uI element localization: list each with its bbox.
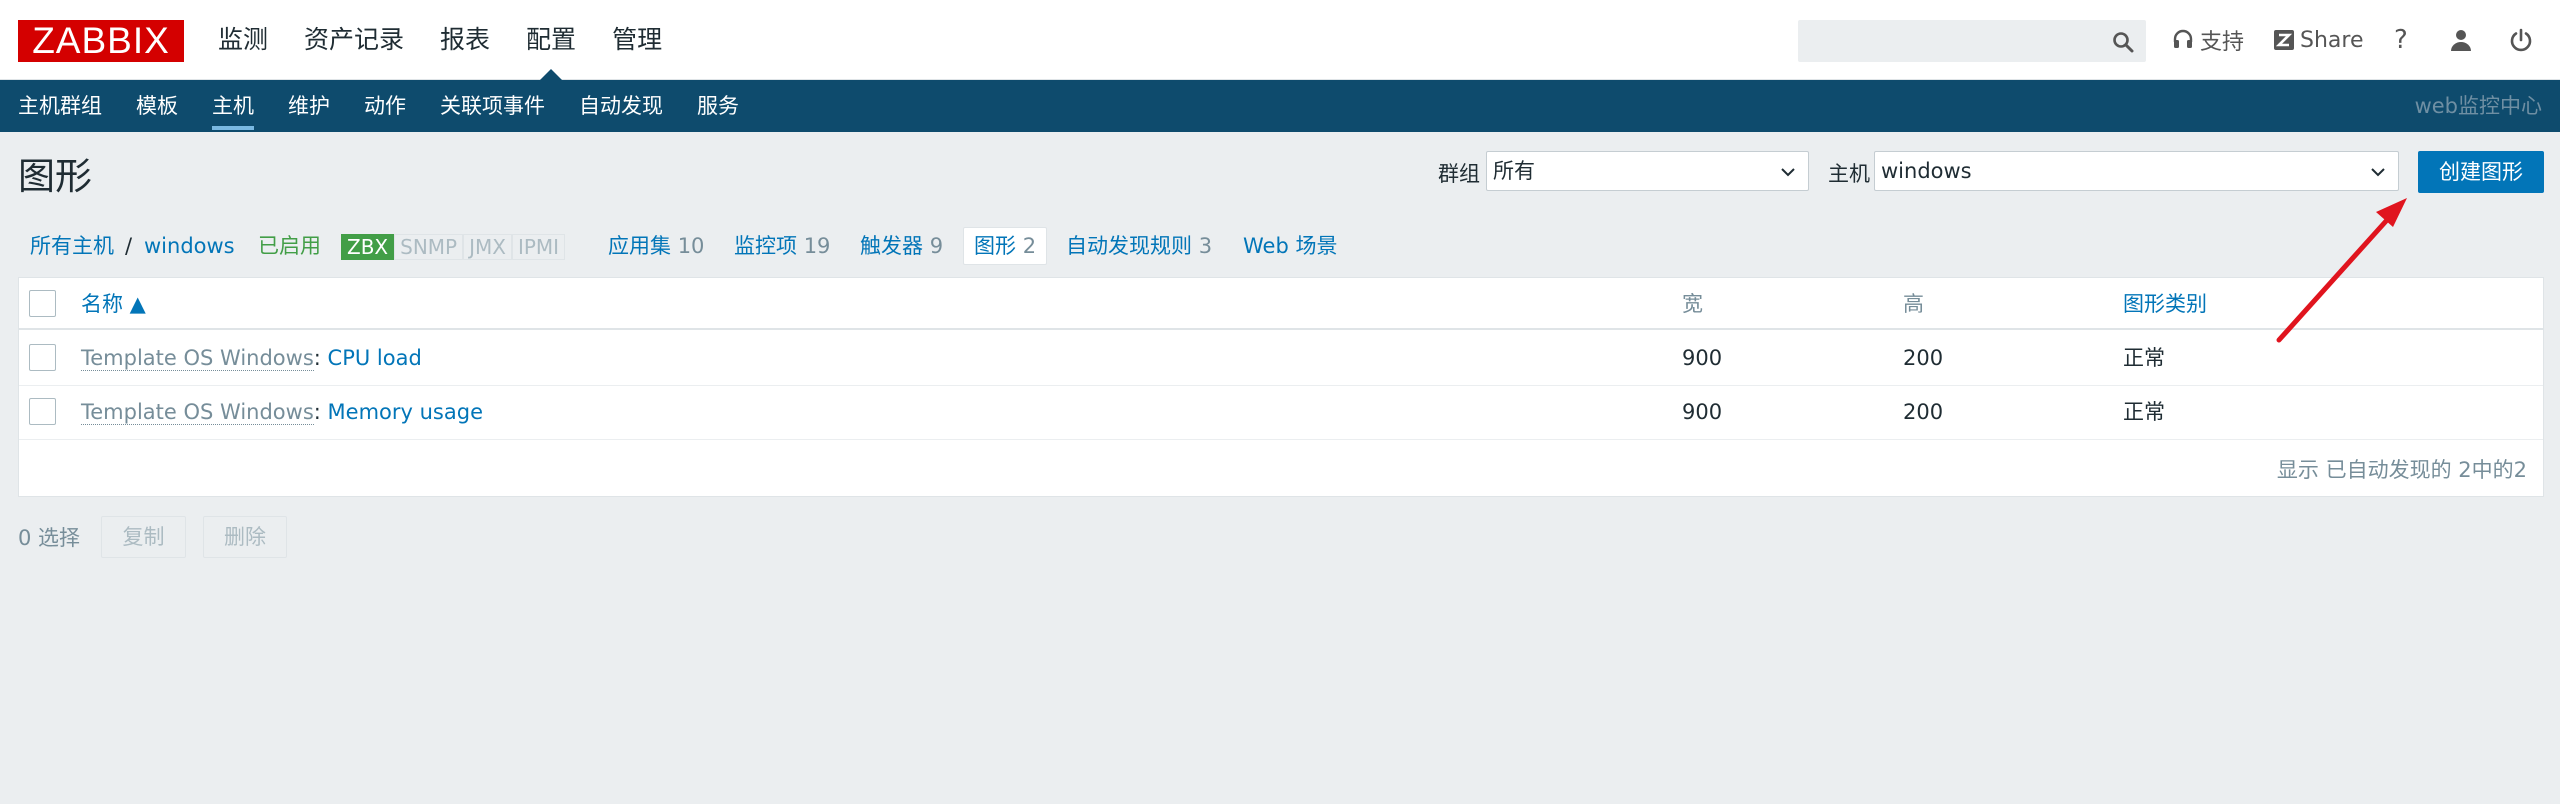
column-height: 高 xyxy=(1903,292,1924,316)
graph-name-link[interactable]: CPU load xyxy=(328,346,422,370)
graph-width: 900 xyxy=(1682,346,1723,370)
page-title: 图形 xyxy=(18,155,92,198)
support-link[interactable]: 支持 xyxy=(2172,0,2244,80)
jmx-badge: JMX xyxy=(463,234,512,260)
chevron-down-icon xyxy=(2371,168,2385,177)
subnav-templates[interactable]: 模板 xyxy=(136,80,178,132)
graph-name-cell: Template OS Windows: Memory usage xyxy=(81,386,483,438)
host-select[interactable]: windows xyxy=(1874,151,2399,191)
table-row: Template OS Windows: CPU load 900 200 正常 xyxy=(19,332,2543,386)
search-input[interactable] xyxy=(1798,20,2146,62)
applications-link[interactable]: 应用集 10 xyxy=(608,226,704,266)
template-link[interactable]: Template OS Windows xyxy=(81,346,314,371)
graphs-label: 图形 xyxy=(974,234,1016,258)
subnav-hosts[interactable]: 主机 xyxy=(212,80,254,132)
selected-count: 0 选择 xyxy=(18,526,81,550)
graph-name-cell: Template OS Windows: CPU load xyxy=(81,332,422,384)
triggers-count: 9 xyxy=(929,234,944,258)
table-header: 名称 ▲ 宽 高 图形类别 xyxy=(19,278,2543,330)
graph-width: 900 xyxy=(1682,400,1723,424)
triggers-label: 触发器 xyxy=(860,234,923,258)
subnav-discovery[interactable]: 自动发现 xyxy=(579,80,663,132)
top-header: ZABBIX 监测 资产记录 报表 配置 管理 支持 Share ? xyxy=(0,0,2560,80)
delete-button[interactable]: 删除 xyxy=(203,516,287,558)
web-scenarios-link[interactable]: Web 场景 xyxy=(1243,226,1337,266)
nav-administration[interactable]: 管理 xyxy=(612,0,662,80)
graph-type: 正常 xyxy=(2123,346,2165,370)
subnav-host-groups[interactable]: 主机群组 xyxy=(18,80,102,132)
applications-count: 10 xyxy=(677,234,705,258)
server-name: web监控中心 xyxy=(2414,94,2542,118)
subnav-maintenance[interactable]: 维护 xyxy=(288,80,330,132)
sub-nav: 主机群组 模板 主机 维护 动作 关联项事件 自动发现 服务 web监控中心 xyxy=(0,80,2560,132)
table-row: Template OS Windows: Memory usage 900 20… xyxy=(19,386,2543,440)
template-link[interactable]: Template OS Windows xyxy=(81,400,314,425)
ipmi-badge: IPMI xyxy=(511,234,566,260)
chevron-down-icon xyxy=(1781,168,1795,177)
name-separator: : xyxy=(313,400,328,424)
table-footer-count: 显示 已自动发现的 2中的2 xyxy=(2276,458,2527,482)
create-graph-button[interactable]: 创建图形 xyxy=(2418,151,2544,193)
logout-button[interactable] xyxy=(2509,0,2539,80)
headset-icon xyxy=(2173,29,2193,48)
graph-name-link[interactable]: Memory usage xyxy=(328,400,483,424)
breadcrumb-separator: / xyxy=(125,234,133,258)
graph-height: 200 xyxy=(1903,400,1944,424)
help-icon[interactable]: ? xyxy=(2394,0,2408,80)
graphs-count: 2 xyxy=(1022,234,1037,258)
column-graph-type-sort[interactable]: 图形类别 xyxy=(2123,278,2207,330)
items-count: 19 xyxy=(803,234,831,258)
select-all-checkbox[interactable] xyxy=(29,290,56,317)
share-link[interactable]: Share xyxy=(2274,0,2364,80)
graph-height: 200 xyxy=(1903,346,1944,370)
column-name-sort[interactable]: 名称 ▲ xyxy=(81,278,146,330)
zabbix-logo[interactable]: ZABBIX xyxy=(18,20,184,62)
snmp-badge: SNMP xyxy=(394,234,464,260)
host-status-enabled[interactable]: 已启用 xyxy=(258,226,321,266)
items-link[interactable]: 监控项 19 xyxy=(734,226,830,266)
graphs-tab-selected[interactable]: 图形 2 xyxy=(963,227,1048,265)
graphs-table: 名称 ▲ 宽 高 图形类别 Template OS Windows: CPU l… xyxy=(18,277,2544,497)
user-icon xyxy=(2451,30,2471,51)
share-label: Share xyxy=(2300,27,2364,53)
search-icon[interactable] xyxy=(2111,30,2135,54)
power-icon xyxy=(2510,28,2532,52)
discovery-rules-link[interactable]: 自动发现规则 3 xyxy=(1066,226,1212,266)
share-z-icon xyxy=(2274,30,2294,50)
nav-reports[interactable]: 报表 xyxy=(440,0,490,80)
group-filter-label: 群组 xyxy=(1438,162,1480,186)
subnav-actions[interactable]: 动作 xyxy=(364,80,406,132)
graph-type: 正常 xyxy=(2123,400,2165,424)
subnav-services[interactable]: 服务 xyxy=(697,80,739,132)
row-checkbox[interactable] xyxy=(29,398,56,425)
subnav-correlation[interactable]: 关联项事件 xyxy=(440,80,545,132)
support-label: 支持 xyxy=(2200,30,2245,55)
host-filter-label: 主机 xyxy=(1828,162,1870,186)
all-hosts-link[interactable]: 所有主机 xyxy=(30,226,114,266)
group-select[interactable]: 所有 xyxy=(1486,151,1809,191)
host-select-value: windows xyxy=(1881,159,1972,183)
column-width: 宽 xyxy=(1682,292,1703,316)
items-label: 监控项 xyxy=(734,234,797,258)
host-link[interactable]: windows xyxy=(144,226,235,266)
nav-inventory[interactable]: 资产记录 xyxy=(304,0,404,80)
zbx-badge: ZBX xyxy=(341,234,395,260)
discovery-rules-label: 自动发现规则 xyxy=(1066,234,1192,258)
row-checkbox[interactable] xyxy=(29,344,56,371)
discovery-rules-count: 3 xyxy=(1198,234,1213,258)
name-separator: : xyxy=(313,346,328,370)
user-profile-button[interactable] xyxy=(2449,0,2479,80)
group-select-value: 所有 xyxy=(1493,159,1535,183)
nav-configuration[interactable]: 配置 xyxy=(526,0,576,80)
triggers-link[interactable]: 触发器 9 xyxy=(860,226,943,266)
interface-availability: ZBX SNMP JMX IPMI xyxy=(341,234,566,260)
main-nav: 监测 资产记录 报表 配置 管理 xyxy=(218,0,698,80)
copy-button[interactable]: 复制 xyxy=(101,516,186,558)
host-navigation: 所有主机 / windows 已启用 ZBX SNMP JMX IPMI 应用集… xyxy=(0,226,2560,266)
nav-monitoring[interactable]: 监测 xyxy=(218,0,268,80)
applications-label: 应用集 xyxy=(608,234,671,258)
